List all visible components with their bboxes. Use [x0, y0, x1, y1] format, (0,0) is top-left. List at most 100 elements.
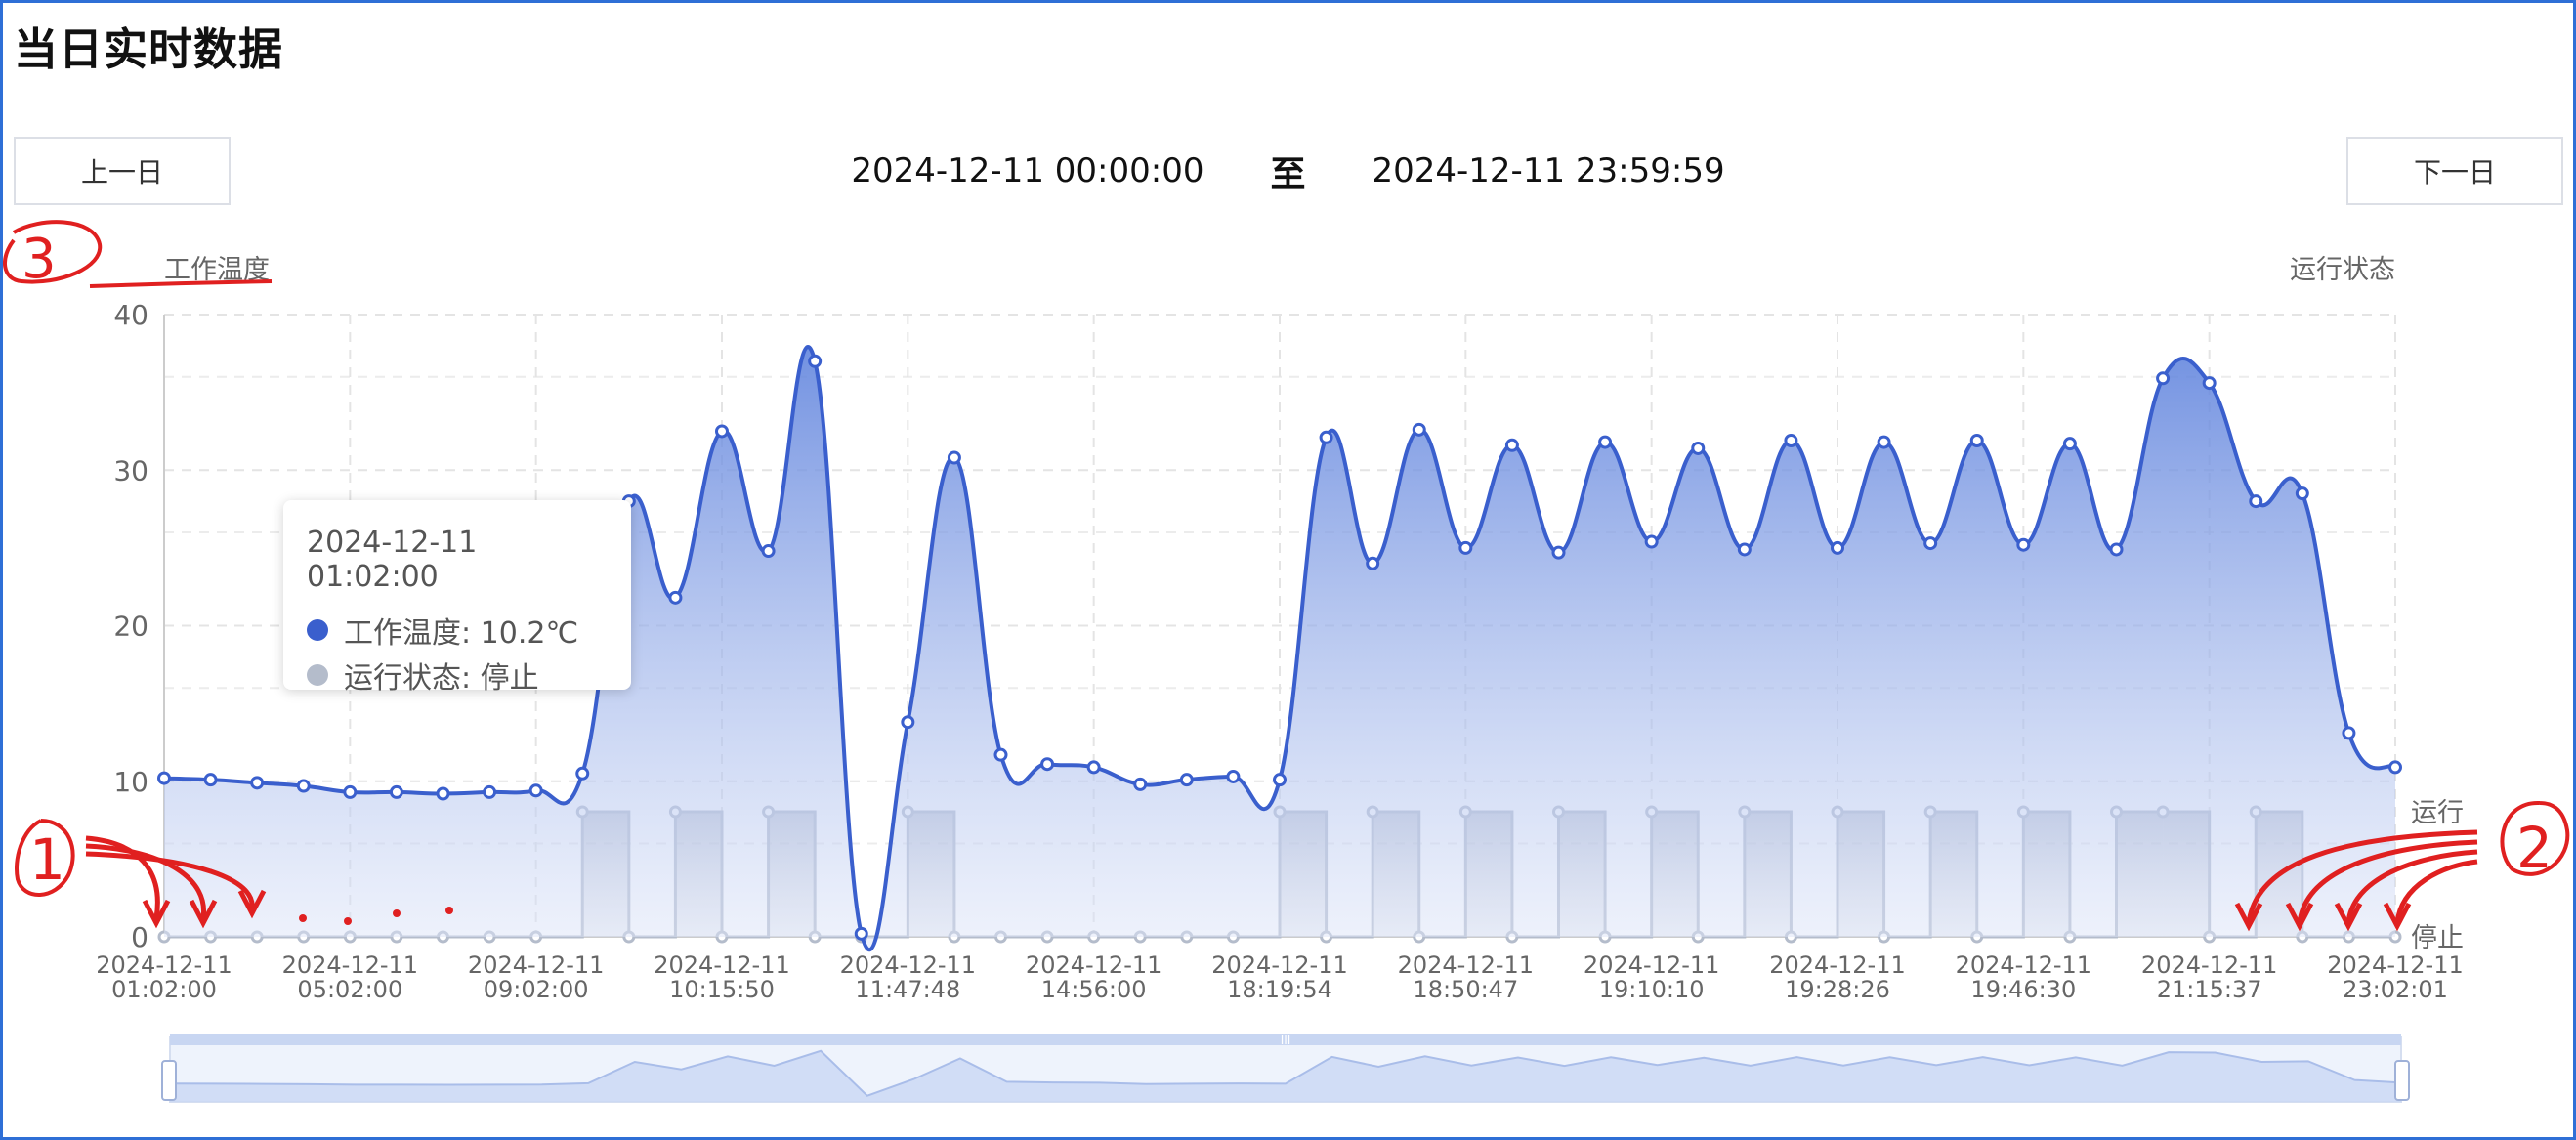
temperature-point-46 — [2295, 486, 2309, 501]
temperature-point-39 — [1969, 433, 1984, 447]
x-tick-date-12: 2024-12-11 — [2327, 951, 2463, 979]
annotation-dot-3 — [393, 909, 401, 917]
temperature-point-41 — [2062, 437, 2077, 451]
x-tick-time-5: 14:56:00 — [1041, 976, 1147, 1003]
x-tick-date-8: 2024-12-11 — [1584, 951, 1719, 979]
temperature-point-6 — [436, 786, 450, 801]
temperature-point-7 — [483, 784, 497, 799]
temperature-point-26 — [1366, 556, 1380, 570]
x-tick-time-11: 21:15:37 — [2157, 976, 2262, 1003]
x-tick-date-2: 2024-12-11 — [468, 951, 604, 979]
temperature-point-45 — [2249, 494, 2263, 509]
x-tick-date-3: 2024-12-11 — [654, 951, 789, 979]
temperature-point-16 — [901, 715, 915, 730]
chart-tooltip: 2024-12-11 01:02:00 工作温度: 10.2℃ 运行状态: 停止 — [283, 500, 631, 696]
data-zoom-slider[interactable]: III — [161, 1034, 2410, 1103]
y-axis-name-right: 运行状态 — [2290, 255, 2395, 285]
y-tick-label-30: 30 — [113, 454, 148, 486]
x-tick-date-9: 2024-12-11 — [1769, 951, 1905, 979]
x-tick-time-3: 10:15:50 — [669, 976, 775, 1003]
y-tick-label-40: 40 — [113, 299, 148, 331]
annotation-label-1: 1 — [29, 826, 65, 893]
temperature-point-38 — [1923, 536, 1938, 551]
tooltip-time: 2024-12-11 01:02:00 — [307, 526, 478, 594]
temperature-point-25 — [1319, 430, 1333, 444]
x-tick-date-6: 2024-12-11 — [1211, 951, 1347, 979]
x-tick-date-0: 2024-12-11 — [96, 951, 232, 979]
x-tick-date-11: 2024-12-11 — [2141, 951, 2277, 979]
x-tick-date-4: 2024-12-11 — [840, 951, 976, 979]
tooltip-row-status: 运行状态: 停止 — [307, 653, 608, 697]
tooltip-dot-temperature — [307, 619, 328, 641]
temperature-point-37 — [1877, 435, 1891, 449]
zoom-handle-left[interactable] — [161, 1060, 177, 1101]
x-tick-time-6: 18:19:54 — [1227, 976, 1332, 1003]
temperature-point-20 — [1086, 760, 1101, 775]
x-tick-time-7: 18:50:47 — [1413, 976, 1518, 1003]
temperature-point-29 — [1504, 438, 1519, 452]
temperature-point-2 — [250, 776, 265, 790]
temperature-point-24 — [1273, 773, 1287, 787]
tooltip-temperature-text: 工作温度: 10.2℃ — [344, 616, 579, 651]
temperature-point-17 — [947, 450, 961, 465]
temperature-point-48 — [2388, 760, 2402, 775]
zoom-handle-right[interactable] — [2394, 1060, 2410, 1101]
x-tick-time-1: 05:02:00 — [297, 976, 402, 1003]
temperature-point-43 — [2156, 371, 2171, 386]
temperature-point-8 — [528, 783, 543, 798]
x-tick-date-1: 2024-12-11 — [282, 951, 418, 979]
x-tick-time-9: 19:28:26 — [1785, 976, 1890, 1003]
temperature-point-5 — [389, 784, 403, 799]
x-tick-date-5: 2024-12-11 — [1026, 951, 1161, 979]
tooltip-row-temperature: 工作温度: 10.2℃ — [307, 608, 608, 653]
temperature-point-30 — [1551, 545, 1566, 560]
right-tick-run: 运行 — [2411, 798, 2464, 828]
temperature-point-18 — [993, 747, 1008, 762]
x-tick-time-8: 19:10:10 — [1599, 976, 1705, 1003]
temperature-point-47 — [2342, 726, 2356, 740]
temperature-point-33 — [1691, 441, 1706, 455]
temperature-point-15 — [854, 926, 868, 941]
x-tick-time-2: 09:02:00 — [484, 976, 589, 1003]
temperature-point-3 — [296, 779, 311, 793]
temperature-point-9 — [575, 766, 590, 781]
annotation-dot-4 — [445, 907, 453, 914]
annotation-label-3: 3 — [21, 228, 57, 291]
x-tick-time-12: 23:02:01 — [2343, 976, 2448, 1003]
temperature-point-11 — [668, 590, 683, 605]
temperature-point-31 — [1598, 435, 1613, 449]
temperature-point-42 — [2109, 542, 2124, 557]
temperature-point-40 — [2016, 537, 2031, 552]
temperature-point-28 — [1458, 540, 1473, 555]
temperature-point-19 — [1040, 757, 1055, 772]
temperature-point-14 — [808, 354, 823, 368]
annotation-dot-1 — [299, 914, 307, 922]
temperature-point-35 — [1784, 433, 1798, 447]
x-tick-time-0: 01:02:00 — [111, 976, 217, 1003]
temperature-point-32 — [1644, 534, 1659, 549]
temperature-point-12 — [715, 424, 729, 439]
tooltip-status-text: 运行状态: 停止 — [344, 661, 539, 696]
right-tick-stop: 停止 — [2411, 923, 2464, 953]
temperature-point-22 — [1179, 773, 1194, 787]
annotation-label-2: 2 — [2516, 815, 2553, 881]
temperature-point-13 — [761, 544, 776, 559]
temperature-point-34 — [1737, 542, 1752, 557]
temperature-point-44 — [2202, 376, 2217, 391]
temperature-point-1 — [203, 773, 218, 787]
temperature-point-21 — [1133, 777, 1148, 791]
annotation-arrow-2d — [2394, 859, 2478, 924]
tooltip-dot-status — [307, 664, 328, 686]
x-tick-date-10: 2024-12-11 — [1956, 951, 2091, 979]
x-tick-time-10: 19:46:30 — [1970, 976, 2076, 1003]
temperature-point-36 — [1831, 540, 1844, 555]
temperature-point-27 — [1412, 422, 1426, 437]
x-tick-time-4: 11:47:48 — [855, 976, 960, 1003]
zoom-drag-handle[interactable]: III — [1281, 1034, 1291, 1047]
y-tick-label-0: 0 — [131, 921, 148, 953]
annotation-underline-3 — [89, 279, 273, 288]
temperature-point-23 — [1226, 769, 1241, 783]
temperature-point-4 — [343, 784, 358, 799]
temperature-point-0 — [157, 771, 171, 785]
y-tick-label-10: 10 — [113, 766, 148, 798]
